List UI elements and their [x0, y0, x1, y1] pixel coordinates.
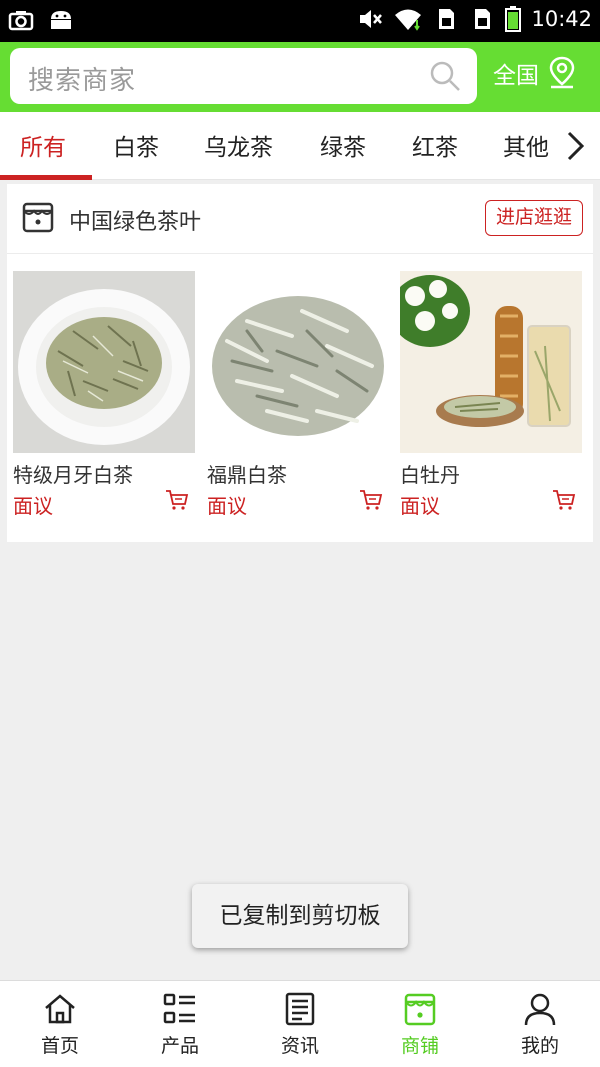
enter-shop-button[interactable]: 进店逛逛 — [485, 200, 583, 236]
product-card[interactable]: 福鼎白茶 面议 — [207, 271, 389, 519]
cart-icon[interactable] — [359, 489, 383, 511]
sim1-icon — [439, 9, 455, 29]
store-icon — [22, 202, 54, 233]
product-card[interactable]: 特级月牙白茶 面议 — [13, 271, 195, 519]
nav-news[interactable]: 资讯 — [240, 991, 360, 1058]
nav-label: 我的 — [520, 1035, 559, 1057]
search-placeholder: 搜索商家 — [28, 66, 137, 96]
search-icon[interactable] — [429, 60, 461, 92]
tab-black-tea[interactable]: 红茶 — [412, 128, 458, 162]
nav-home[interactable]: 首页 — [0, 991, 120, 1058]
tab-oolong-tea[interactable]: 乌龙茶 — [204, 128, 273, 162]
mute-icon — [360, 10, 383, 28]
product-image[interactable] — [400, 271, 582, 453]
cart-icon[interactable] — [165, 489, 189, 511]
camera-icon — [8, 11, 34, 31]
clock: 10:42 — [531, 7, 592, 31]
sim2-icon — [475, 9, 491, 29]
chevron-right-icon[interactable] — [562, 130, 588, 162]
location-icon — [549, 56, 575, 89]
nav-me[interactable]: 我的 — [480, 991, 600, 1058]
product-name[interactable]: 特级月牙白茶 — [13, 459, 195, 488]
bottom-nav: 首页 产品 资讯 商铺 我的 — [0, 980, 600, 1067]
category-tabs: 所有 白茶 乌龙茶 绿茶 红茶 其他 — [0, 112, 600, 180]
region-label: 全国 — [493, 63, 539, 89]
battery-icon — [505, 6, 522, 32]
android-icon — [51, 11, 71, 29]
user-icon — [524, 993, 556, 1026]
region-selector[interactable]: 全国 — [493, 56, 577, 90]
product-list-icon — [163, 993, 195, 1024]
shop-card: 中国绿色茶叶 进店逛逛 特级月牙白茶 面议 福鼎白茶 面议 白牡丹 面议 — [7, 184, 593, 542]
product-image[interactable] — [207, 271, 389, 453]
toast-message: 已复制到剪切板 — [192, 884, 408, 948]
shop-header: 中国绿色茶叶 进店逛逛 — [7, 184, 593, 254]
product-name[interactable]: 白牡丹 — [400, 459, 582, 488]
status-bar: 10:42 — [0, 0, 600, 42]
nav-label: 商铺 — [400, 1035, 439, 1057]
header-bar: 搜索商家 全国 — [0, 42, 600, 112]
active-tab-indicator — [0, 175, 92, 180]
tab-green-tea[interactable]: 绿茶 — [320, 128, 366, 162]
search-input[interactable]: 搜索商家 — [10, 48, 477, 104]
nav-shops[interactable]: 商铺 — [360, 991, 480, 1058]
tab-other[interactable]: 其他 — [503, 128, 549, 162]
product-image[interactable] — [13, 271, 195, 453]
nav-label: 首页 — [40, 1035, 79, 1057]
cart-icon[interactable] — [552, 489, 576, 511]
nav-products[interactable]: 产品 — [120, 991, 240, 1058]
wifi-icon — [395, 9, 422, 31]
product-card[interactable]: 白牡丹 面议 — [400, 271, 582, 519]
home-icon — [45, 994, 75, 1024]
tab-all[interactable]: 所有 — [20, 128, 66, 162]
news-icon — [285, 992, 315, 1026]
product-name[interactable]: 福鼎白茶 — [207, 459, 389, 488]
tab-white-tea[interactable]: 白茶 — [113, 128, 159, 162]
shop-icon — [404, 993, 436, 1026]
nav-label: 资讯 — [280, 1035, 319, 1057]
shop-name[interactable]: 中国绿色茶叶 — [69, 204, 201, 236]
nav-label: 产品 — [160, 1035, 199, 1057]
